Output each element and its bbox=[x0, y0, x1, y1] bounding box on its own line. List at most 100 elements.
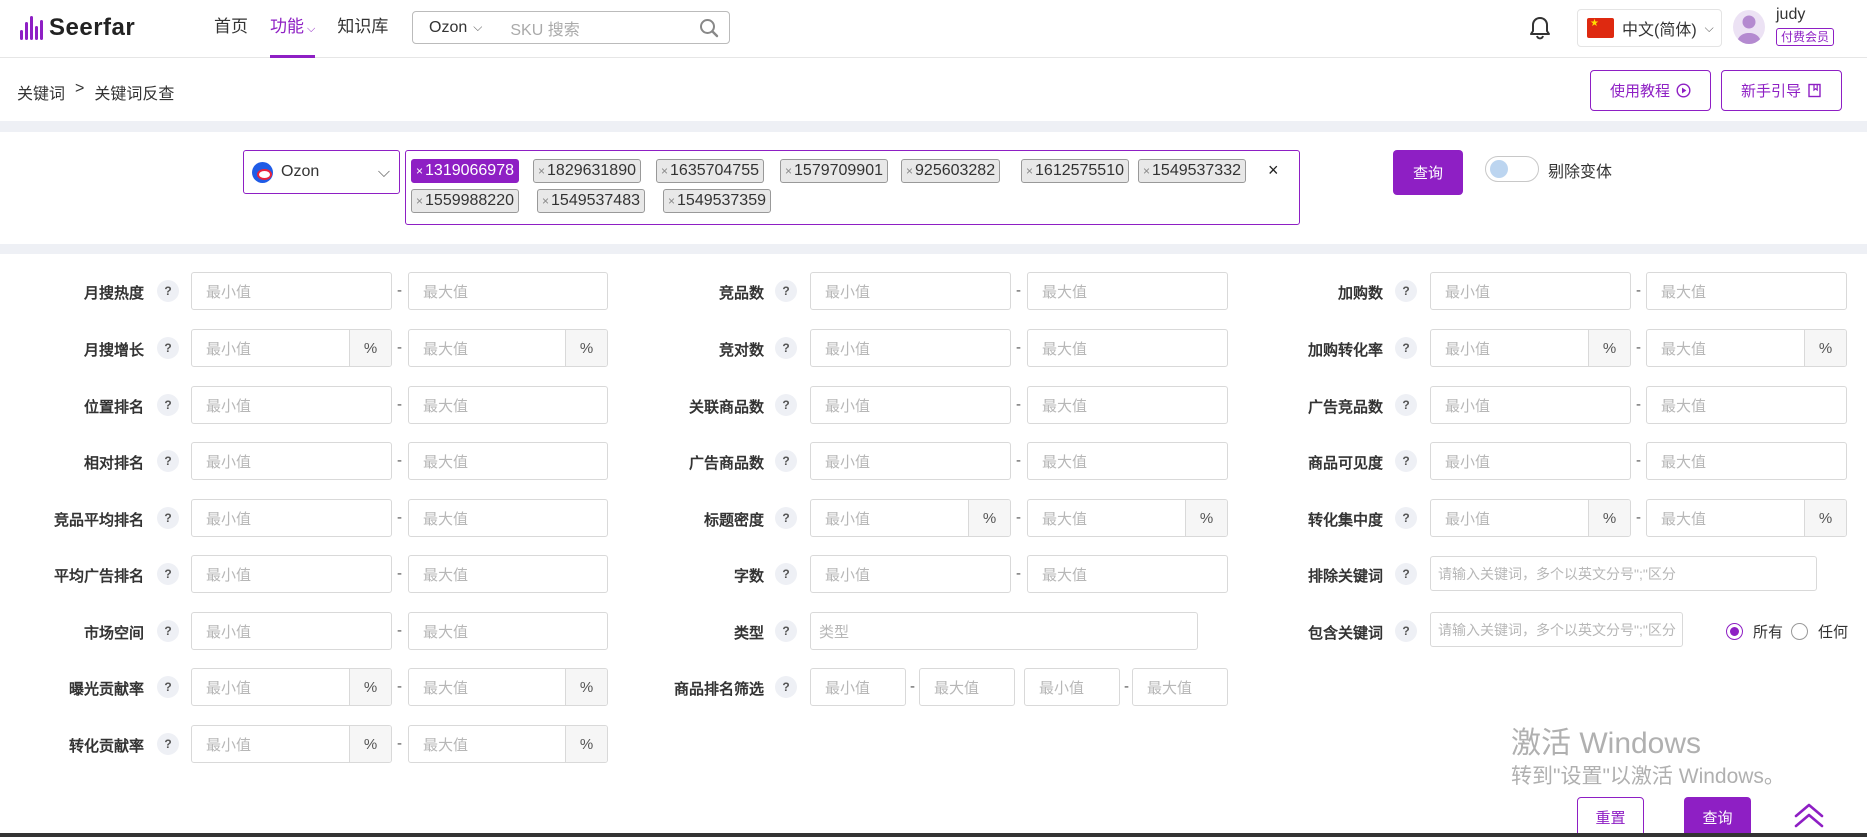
max-input[interactable]: 最大值 bbox=[1646, 442, 1847, 480]
help-icon[interactable]: ? bbox=[775, 507, 797, 529]
help-icon[interactable]: ? bbox=[157, 450, 179, 472]
help-icon[interactable]: ? bbox=[775, 337, 797, 359]
sku-tag[interactable]: × 1579709901 bbox=[780, 159, 888, 183]
close-icon[interactable]: × bbox=[538, 164, 545, 178]
help-icon[interactable]: ? bbox=[1395, 394, 1417, 416]
close-icon[interactable]: × bbox=[661, 164, 668, 178]
nav-item-home[interactable]: 首页 bbox=[203, 0, 259, 58]
nav-item-knowledge-base[interactable]: 知识库 bbox=[326, 0, 399, 58]
max-percent-input[interactable]: 最大值% bbox=[408, 725, 608, 763]
max-percent-input[interactable]: 最大值% bbox=[1646, 499, 1847, 537]
search-platform-select[interactable]: Ozon ⌵ bbox=[413, 12, 492, 43]
min-input[interactable]: 最小值 bbox=[810, 329, 1011, 367]
min-input[interactable]: 最小值 bbox=[1430, 442, 1631, 480]
close-icon[interactable]: × bbox=[668, 194, 675, 208]
help-icon[interactable]: ? bbox=[157, 507, 179, 529]
user-name[interactable]: judy bbox=[1776, 6, 1805, 24]
help-icon[interactable]: ? bbox=[775, 394, 797, 416]
bottom-query-button[interactable]: 查询 bbox=[1684, 797, 1751, 837]
min-input[interactable]: 最小值 bbox=[810, 386, 1011, 424]
close-icon[interactable]: × bbox=[906, 164, 913, 178]
min-input[interactable]: 最小值 bbox=[1430, 272, 1631, 310]
back-to-top-icon[interactable] bbox=[1793, 800, 1825, 830]
query-button[interactable]: 查询 bbox=[1393, 150, 1463, 195]
reset-button[interactable]: 重置 bbox=[1577, 797, 1644, 837]
min-percent-input[interactable]: 最小值% bbox=[1430, 499, 1631, 537]
max-input[interactable]: 最大值 bbox=[1027, 272, 1228, 310]
help-icon[interactable]: ? bbox=[1395, 563, 1417, 585]
include-mode-all-radio[interactable] bbox=[1726, 623, 1743, 640]
help-icon[interactable]: ? bbox=[157, 620, 179, 642]
min-input[interactable]: 最小值 bbox=[191, 555, 392, 593]
min-input[interactable]: 最小值 bbox=[191, 499, 392, 537]
max-percent-input[interactable]: 最大值% bbox=[1646, 329, 1847, 367]
close-icon[interactable]: × bbox=[1026, 164, 1033, 178]
seerfar-logo[interactable]: Seerfar bbox=[20, 14, 135, 42]
help-icon[interactable]: ? bbox=[1395, 280, 1417, 302]
max-input[interactable]: 最大值 bbox=[408, 612, 608, 650]
help-icon[interactable]: ? bbox=[1395, 450, 1417, 472]
include-keywords-input[interactable]: 请输入关键词，多个以英文分号";"区分 bbox=[1430, 612, 1683, 647]
max-input[interactable]: 最大值 bbox=[1027, 442, 1228, 480]
min-input[interactable]: 最小值 bbox=[810, 272, 1011, 310]
max-percent-input[interactable]: 最大值% bbox=[408, 668, 608, 706]
help-icon[interactable]: ? bbox=[157, 337, 179, 359]
close-icon[interactable]: × bbox=[416, 164, 423, 178]
help-icon[interactable]: ? bbox=[1395, 337, 1417, 359]
include-mode-any-radio[interactable] bbox=[1791, 623, 1808, 640]
min-input[interactable]: 最小值 bbox=[191, 386, 392, 424]
help-icon[interactable]: ? bbox=[157, 733, 179, 755]
rank-max-input[interactable]: 最大值 bbox=[919, 668, 1015, 706]
help-icon[interactable]: ? bbox=[157, 280, 179, 302]
min-percent-input[interactable]: 最小值% bbox=[191, 725, 392, 763]
help-icon[interactable]: ? bbox=[775, 563, 797, 585]
help-icon[interactable]: ? bbox=[775, 620, 797, 642]
language-selector[interactable]: 中文(简体) ⌵ bbox=[1577, 9, 1722, 47]
avatar[interactable] bbox=[1733, 10, 1765, 44]
beginner-guide-button[interactable]: 新手引导 bbox=[1721, 70, 1842, 111]
min-input[interactable]: 最小值 bbox=[810, 442, 1011, 480]
max-input[interactable]: 最大值 bbox=[408, 499, 608, 537]
help-icon[interactable]: ? bbox=[157, 676, 179, 698]
max-input[interactable]: 最大值 bbox=[1027, 555, 1228, 593]
max-input[interactable]: 最大值 bbox=[408, 272, 608, 310]
exclude-keywords-input[interactable]: 请输入关键词，多个以英文分号";"区分 bbox=[1430, 556, 1817, 591]
rank-min-input[interactable]: 最小值 bbox=[1024, 668, 1120, 706]
min-percent-input[interactable]: 最小值% bbox=[191, 668, 392, 706]
close-icon[interactable]: × bbox=[1143, 164, 1150, 178]
exclude-variants-toggle[interactable] bbox=[1485, 156, 1539, 182]
close-icon[interactable]: × bbox=[416, 194, 423, 208]
help-icon[interactable]: ? bbox=[775, 676, 797, 698]
help-icon[interactable]: ? bbox=[1395, 620, 1417, 642]
sku-tag[interactable]: × 1635704755 bbox=[656, 159, 764, 183]
help-icon[interactable]: ? bbox=[775, 280, 797, 302]
rank-max-input[interactable]: 最大值 bbox=[1132, 668, 1228, 706]
platform-select[interactable]: Ozon ⌵ bbox=[243, 150, 400, 194]
sku-tag[interactable]: × 925603282 bbox=[901, 159, 1001, 183]
sku-tag[interactable]: × 1612575510 bbox=[1021, 159, 1129, 183]
min-input[interactable]: 最小值 bbox=[191, 612, 392, 650]
clear-all-icon[interactable]: × bbox=[1268, 160, 1279, 181]
nav-item-features[interactable]: 功能 ⌵ bbox=[259, 0, 326, 58]
sku-tag[interactable]: × 1549537359 bbox=[663, 189, 771, 213]
max-input[interactable]: 最大值 bbox=[1646, 272, 1847, 310]
sku-tag[interactable]: × 1319066978 bbox=[411, 159, 519, 183]
breadcrumb-item-keywords[interactable]: 关键词 bbox=[17, 80, 65, 104]
min-input[interactable]: 最小值 bbox=[191, 442, 392, 480]
min-percent-input[interactable]: 最小值% bbox=[191, 329, 392, 367]
close-icon[interactable]: × bbox=[542, 194, 549, 208]
min-input[interactable]: 最小值 bbox=[191, 272, 392, 310]
help-icon[interactable]: ? bbox=[157, 563, 179, 585]
sku-tag[interactable]: × 1829631890 bbox=[533, 159, 641, 183]
type-select[interactable]: 类型 bbox=[810, 612, 1198, 650]
min-percent-input[interactable]: 最小值% bbox=[1430, 329, 1631, 367]
help-icon[interactable]: ? bbox=[1395, 507, 1417, 529]
min-input[interactable]: 最小值 bbox=[810, 555, 1011, 593]
max-input[interactable]: 最大值 bbox=[1027, 386, 1228, 424]
max-input[interactable]: 最大值 bbox=[1027, 329, 1228, 367]
sku-tag[interactable]: × 1559988220 bbox=[411, 189, 519, 213]
max-input[interactable]: 最大值 bbox=[1646, 386, 1847, 424]
sku-tag[interactable]: × 1549537483 bbox=[537, 189, 645, 213]
rank-min-input[interactable]: 最小值 bbox=[810, 668, 906, 706]
tutorial-button[interactable]: 使用教程 bbox=[1590, 70, 1711, 111]
